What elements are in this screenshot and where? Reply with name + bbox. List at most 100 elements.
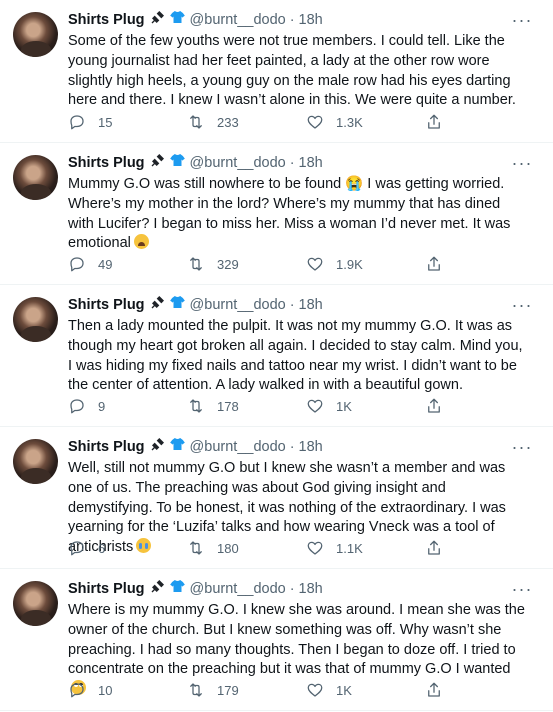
reply-count: 15 xyxy=(98,114,113,130)
retweet-count: 178 xyxy=(217,398,239,414)
reply-button[interactable]: 15 xyxy=(68,113,187,131)
author-handle[interactable]: @burnt__dodo xyxy=(190,10,286,30)
retweet-count: 180 xyxy=(217,540,239,556)
like-button[interactable]: 1K xyxy=(306,397,425,415)
like-count: 1.3K xyxy=(336,114,363,130)
share-button[interactable] xyxy=(425,397,443,415)
like-count: 1.1K xyxy=(336,540,363,556)
author-name[interactable]: Shirts Plug xyxy=(68,10,145,30)
retweet-icon xyxy=(190,683,202,697)
reply-icon xyxy=(70,257,84,272)
tweet-time[interactable]: 18h xyxy=(299,579,323,599)
author-name[interactable]: Shirts Plug xyxy=(68,437,145,457)
author-handle[interactable]: @burnt__dodo xyxy=(190,295,286,315)
tweet-actions: 15 233 1.3K xyxy=(68,112,448,132)
like-button[interactable]: 1.1K xyxy=(306,539,425,557)
avatar[interactable] xyxy=(13,439,58,484)
author-name[interactable]: Shirts Plug xyxy=(68,295,145,315)
reply-button[interactable]: 9 xyxy=(68,397,187,415)
shirt-icon xyxy=(169,578,186,600)
tweet[interactable]: Shirts Plug @burnt__dodo · 18h ··· Mummy… xyxy=(0,143,553,285)
retweet-button[interactable]: 233 xyxy=(187,113,306,131)
tweet[interactable]: Shirts Plug @burnt__dodo · 18h ··· Where… xyxy=(0,569,553,711)
separator-dot: · xyxy=(289,439,295,455)
retweet-icon xyxy=(190,399,202,413)
more-options-icon[interactable]: ··· xyxy=(511,153,533,173)
author-handle[interactable]: @burnt__dodo xyxy=(190,153,286,173)
more-options-icon[interactable]: ··· xyxy=(511,295,533,315)
share-button[interactable] xyxy=(425,255,443,273)
heart-icon xyxy=(307,399,323,413)
separator-dot: · xyxy=(289,297,295,313)
tweet[interactable]: Shirts Plug @burnt__dodo · 18h ··· Well,… xyxy=(0,427,553,569)
retweet-count: 179 xyxy=(217,682,239,698)
name-badges xyxy=(150,294,186,316)
share-icon xyxy=(428,398,440,413)
tweet-time[interactable]: 18h xyxy=(299,153,323,173)
share-button[interactable] xyxy=(425,113,443,131)
avatar[interactable] xyxy=(13,581,58,626)
retweet-button[interactable]: 178 xyxy=(187,397,306,415)
share-icon xyxy=(428,256,440,271)
retweet-count: 329 xyxy=(217,256,239,272)
retweet-button[interactable]: 179 xyxy=(187,681,306,699)
tweet-actions: 9 178 1K xyxy=(68,396,448,416)
tweet-time[interactable]: 18h xyxy=(299,437,323,457)
plug-icon xyxy=(150,436,166,458)
tweet-header: Shirts Plug @burnt__dodo · 18h xyxy=(68,10,541,30)
tweet-time[interactable]: 18h xyxy=(299,10,323,30)
tweet[interactable]: Shirts Plug @burnt__dodo · 18h ··· Some … xyxy=(0,0,553,143)
tweet-text: Then a lady mounted the pulpit. It was n… xyxy=(68,318,523,394)
reply-count: 49 xyxy=(98,256,113,272)
like-count: 1K xyxy=(336,682,352,698)
reply-button[interactable]: 10 xyxy=(68,681,187,699)
like-button[interactable]: 1K xyxy=(306,681,425,699)
plug-icon xyxy=(150,294,166,316)
shirt-icon xyxy=(169,9,186,31)
like-count: 1K xyxy=(336,398,352,414)
more-options-icon[interactable]: ··· xyxy=(511,10,533,30)
reply-button[interactable]: 49 xyxy=(68,255,187,273)
like-button[interactable]: 1.3K xyxy=(306,113,425,131)
reply-icon xyxy=(70,541,84,556)
separator-dot: · xyxy=(289,155,295,171)
retweet-button[interactable]: 329 xyxy=(187,255,306,273)
author-handle[interactable]: @burnt__dodo xyxy=(190,437,286,457)
shirt-icon xyxy=(169,152,186,174)
retweet-icon xyxy=(190,115,202,129)
separator-dot: · xyxy=(289,12,295,28)
tweet-header: Shirts Plug @burnt__dodo · 18h xyxy=(68,437,541,457)
tweet-text: Mummy G.O was still nowhere to be found … xyxy=(68,176,511,252)
tweet-header: Shirts Plug @burnt__dodo · 18h xyxy=(68,295,541,315)
tweet-time[interactable]: 18h xyxy=(299,295,323,315)
author-handle[interactable]: @burnt__dodo xyxy=(190,579,286,599)
heart-icon xyxy=(307,683,323,697)
author-name[interactable]: Shirts Plug xyxy=(68,153,145,173)
name-badges xyxy=(150,578,186,600)
retweet-button[interactable]: 180 xyxy=(187,539,306,557)
tweet-actions: 49 329 1.9K xyxy=(68,254,448,274)
reply-button[interactable]: 6 xyxy=(68,539,187,557)
like-button[interactable]: 1.9K xyxy=(306,255,425,273)
share-button[interactable] xyxy=(425,681,443,699)
tweet-actions: 6 180 1.1K xyxy=(68,538,448,558)
avatar[interactable] xyxy=(13,155,58,200)
tweet-text: Some of the few youths were not true mem… xyxy=(68,33,516,109)
tweet[interactable]: Shirts Plug @burnt__dodo · 18h ··· Then … xyxy=(0,285,553,427)
name-badges xyxy=(150,152,186,174)
name-badges xyxy=(150,436,186,458)
reply-count: 9 xyxy=(98,398,106,414)
tweet-header: Shirts Plug @burnt__dodo · 18h xyxy=(68,153,541,173)
avatar[interactable] xyxy=(13,297,58,342)
name-badges xyxy=(150,9,186,31)
author-name[interactable]: Shirts Plug xyxy=(68,579,145,599)
plug-icon xyxy=(150,152,166,174)
avatar[interactable] xyxy=(13,12,58,57)
reply-count: 10 xyxy=(98,682,113,698)
retweet-icon xyxy=(190,541,202,555)
more-options-icon[interactable]: ··· xyxy=(511,579,533,599)
heart-icon xyxy=(307,541,323,555)
tweet-actions: 10 179 1K xyxy=(68,680,448,700)
share-button[interactable] xyxy=(425,539,443,557)
more-options-icon[interactable]: ··· xyxy=(511,437,533,457)
